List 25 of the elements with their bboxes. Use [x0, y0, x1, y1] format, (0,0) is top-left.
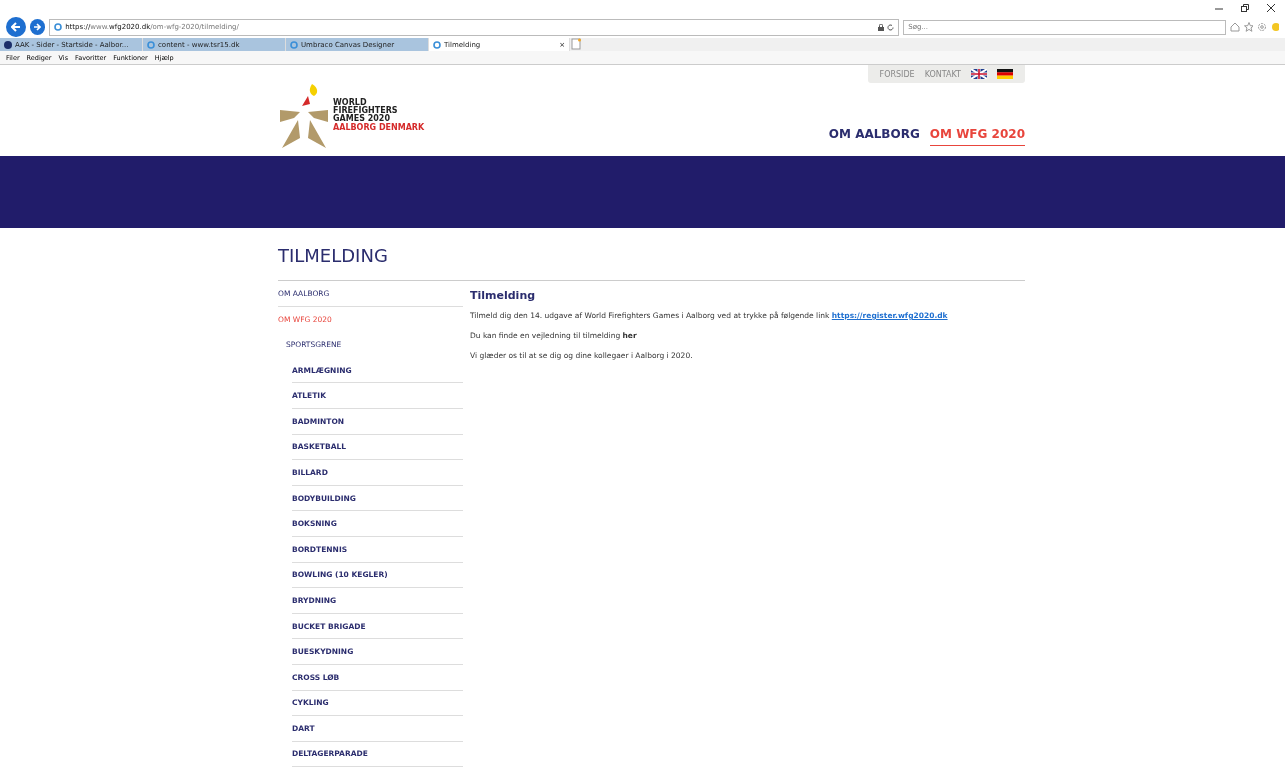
- main-nav-link[interactable]: OM AALBORG: [828, 127, 920, 146]
- forward-button[interactable]: [29, 19, 46, 35]
- browser-icon: [433, 40, 441, 49]
- star-icon[interactable]: [1243, 22, 1254, 32]
- forward-arrow-icon: [33, 23, 42, 31]
- browser-icon: [54, 23, 63, 31]
- logo-text: FIREFIGHTERS: [333, 106, 399, 115]
- back-arrow-icon: [10, 22, 21, 32]
- browser-icon: [290, 40, 298, 49]
- logo-text: WORLD: [333, 98, 367, 107]
- main-nav-link[interactable]: OM WFG 2020: [929, 127, 1025, 146]
- german-flag-icon[interactable]: [997, 69, 1013, 79]
- article-heading: Tilmelding: [470, 289, 537, 302]
- refresh-icon[interactable]: [887, 23, 895, 31]
- lock-icon: [878, 23, 885, 31]
- close-icon[interactable]: [1267, 4, 1275, 12]
- browser-icon: [147, 40, 155, 49]
- logo-tagline: AALBORG DENMARK: [333, 122, 425, 133]
- home-icon[interactable]: [1229, 22, 1240, 32]
- uk-flag-icon[interactable]: [971, 69, 987, 79]
- page-title: TILMELDING: [278, 228, 1025, 281]
- logo-text: GAMES 2020: [333, 114, 391, 123]
- back-button[interactable]: [6, 17, 26, 37]
- restore-icon[interactable]: [1241, 4, 1249, 12]
- logo-flame-figure-icon: [278, 81, 330, 150]
